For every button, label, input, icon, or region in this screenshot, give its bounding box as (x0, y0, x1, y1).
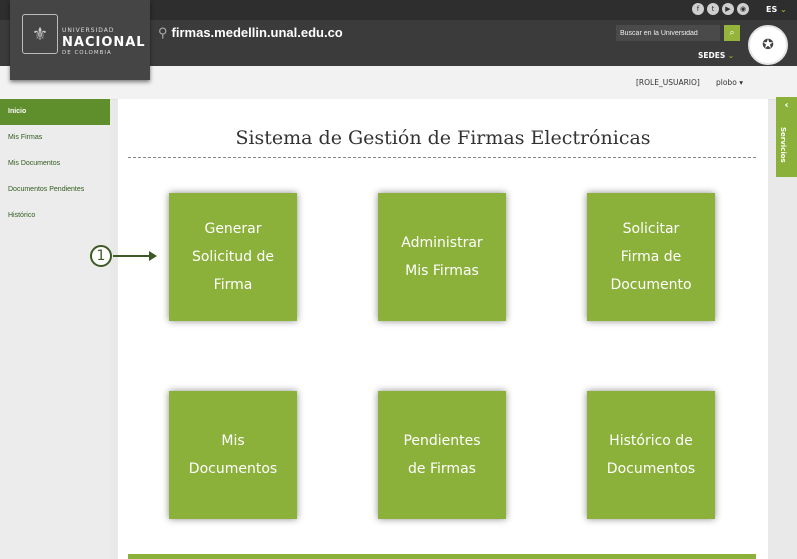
search-input[interactable] (616, 25, 720, 41)
caret-down-icon: ▾ (739, 78, 743, 87)
logo-text: UNIVERSIDAD NACIONAL DE COLOMBIA (62, 28, 146, 57)
chevron-left-icon: ‹ (784, 100, 789, 111)
servicios-tab[interactable]: ‹ Servicios (776, 97, 797, 177)
language-label: ES (766, 5, 778, 14)
logo-line-3: DE COLOMBIA (62, 50, 112, 56)
logo-line-1: UNIVERSIDAD (62, 27, 115, 34)
servicios-label: Servicios (779, 127, 787, 163)
sidebar-item-documentos-pendientes[interactable]: Documentos Pendientes (0, 177, 110, 203)
chevron-down-icon: ⌄ (780, 5, 787, 14)
university-seal-icon: ⚜ (22, 14, 58, 54)
youtube-icon[interactable]: ▶ (722, 3, 734, 15)
location-pin-icon: ⚲ (158, 25, 168, 40)
tile-mis-documentos[interactable]: Mis Documentos (169, 391, 297, 519)
sedes-label: SEDES (698, 51, 726, 60)
user-menu[interactable]: plobo ▾ (716, 78, 743, 87)
tile-historico-documentos[interactable]: Histórico de Documentos (587, 391, 715, 519)
sidebar-item-inicio[interactable]: Inicio (0, 99, 110, 125)
search-button[interactable]: ⌕ (724, 25, 740, 41)
chevron-down-icon: ⌄ (727, 51, 735, 60)
site-url[interactable]: ⚲ firmas.medellin.unal.edu.co (158, 25, 343, 41)
tile-pendientes-firmas[interactable]: Pendientes de Firmas (378, 391, 506, 519)
site-url-text: firmas.medellin.unal.edu.co (171, 25, 343, 40)
colombia-escudo-icon[interactable]: ✪ (748, 25, 788, 65)
tile-solicitar-firma[interactable]: Solicitar Firma de Documento (587, 193, 715, 321)
tile-administrar-firmas[interactable]: Administrar Mis Firmas (378, 193, 506, 321)
rss-icon[interactable]: ◉ (737, 3, 749, 15)
callout-number: 1 (90, 245, 112, 267)
sidebar-item-historico[interactable]: Histórico (0, 203, 110, 229)
tile-generar-solicitud[interactable]: Generar Solicitud de Firma (169, 193, 297, 321)
sidebar: Inicio Mis Firmas Mis Documentos Documen… (0, 99, 110, 559)
page-title: Sistema de Gestión de Firmas Electrónica… (235, 127, 651, 149)
social-icons: f t ▶ ◉ (692, 3, 749, 15)
facebook-icon[interactable]: f (692, 3, 704, 15)
sidebar-item-mis-documentos[interactable]: Mis Documentos (0, 151, 110, 177)
sedes-dropdown[interactable]: SEDES ⌄ (698, 51, 734, 60)
twitter-icon[interactable]: t (707, 3, 719, 15)
language-selector[interactable]: ES ⌄ (766, 5, 787, 14)
role-label: [ROLE_USUARIO] (636, 78, 700, 87)
university-logo[interactable]: ⚜ UNIVERSIDAD NACIONAL DE COLOMBIA (10, 0, 150, 80)
callout-arrow (113, 251, 157, 261)
sidebar-item-mis-firmas[interactable]: Mis Firmas (0, 125, 110, 151)
bottom-bar (128, 554, 756, 559)
search-icon: ⌕ (729, 28, 735, 38)
logo-line-2: NACIONAL (62, 35, 146, 50)
user-name: plobo (716, 78, 737, 87)
title-divider (128, 157, 756, 158)
